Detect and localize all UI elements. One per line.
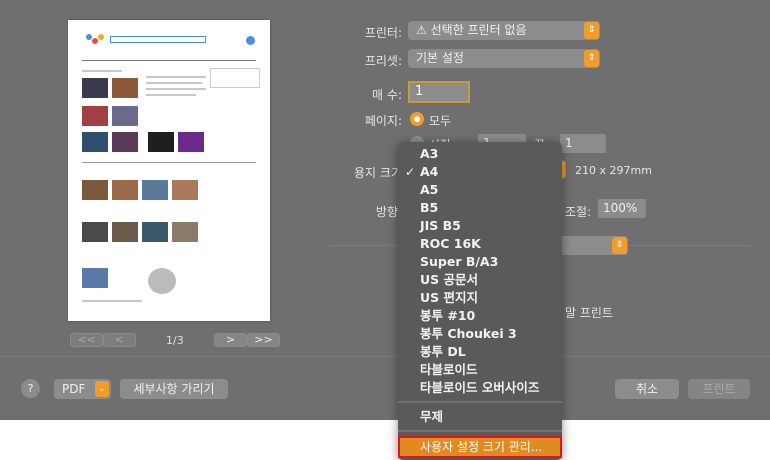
- preview-divider: [82, 162, 256, 163]
- preset-popup[interactable]: 기본 설정 ⇕: [408, 49, 600, 68]
- menu-separator: [398, 430, 562, 432]
- preview-image: [172, 180, 198, 200]
- preview-text-line: [146, 76, 206, 78]
- menu-item-borderless[interactable]: 무제: [398, 408, 562, 426]
- printer-popup[interactable]: ⚠ 선택한 프린터 없음 ⇕: [408, 21, 600, 40]
- menu-item-a5[interactable]: A5: [398, 181, 562, 199]
- menu-item-us-legal[interactable]: US 공문서: [398, 271, 562, 289]
- preview-image: [142, 222, 168, 242]
- cancel-button[interactable]: 취소: [615, 379, 679, 399]
- preview-image: [112, 180, 138, 200]
- pages-label: 페이지:: [364, 114, 402, 128]
- preview-search-box: [110, 36, 206, 43]
- scale-field[interactable]: 100%: [598, 199, 646, 218]
- preview-avatar: [246, 36, 255, 45]
- page-counter: 1/3: [166, 334, 184, 347]
- pages-to-field[interactable]: 1: [560, 134, 606, 153]
- checkmark-icon: ✓: [405, 165, 416, 179]
- menu-item-label: A4: [420, 164, 439, 179]
- print-dialog: << < 1/3 > >> 프린터: ⚠ 선택한 프린터 없음 ⇕ 프리셋: 기…: [0, 0, 770, 420]
- preview-text-line: [82, 300, 142, 302]
- preview-image: [112, 78, 138, 98]
- copies-label: 매 수:: [372, 88, 402, 102]
- last-page-button[interactable]: >>: [247, 333, 280, 347]
- paper-dimensions: 210 x 297mm: [575, 164, 652, 177]
- menu-separator: [398, 401, 562, 403]
- printer-value: 선택한 프린터 없음: [430, 23, 527, 37]
- warning-icon: ⚠: [416, 23, 431, 37]
- pdf-label: PDF: [62, 382, 86, 396]
- menu-item-us-letter[interactable]: US 편지지: [398, 289, 562, 307]
- preview-login-box: [210, 68, 260, 88]
- pages-all-label: 모두: [429, 114, 452, 128]
- popup-chevron-icon: ⇕: [612, 237, 627, 254]
- copies-field[interactable]: 1: [408, 81, 470, 103]
- preview-image: [82, 106, 108, 126]
- preview-image: [112, 222, 138, 242]
- menu-item-b5[interactable]: B5: [398, 199, 562, 217]
- print-preview-page: [68, 20, 270, 321]
- hide-details-button[interactable]: 세부사항 가리기: [120, 379, 228, 399]
- orientation-label: 방향: [375, 205, 398, 219]
- help-button[interactable]: ?: [21, 379, 40, 398]
- logo-dot: [86, 34, 92, 40]
- first-page-button[interactable]: <<: [70, 333, 103, 347]
- paper-size-label: 용지 크기: [354, 166, 402, 180]
- preview-image: [82, 180, 108, 200]
- menu-item-jis-b5[interactable]: JIS B5: [398, 217, 562, 235]
- preview-image: [82, 268, 108, 288]
- preview-image: [148, 268, 176, 294]
- preview-text-line: [146, 82, 202, 84]
- logo-dot: [98, 34, 104, 40]
- preview-text-line: [146, 94, 196, 96]
- preview-text-line: [146, 88, 206, 90]
- pages-all-radio[interactable]: [410, 112, 424, 126]
- partial-print-text: 말 프린트: [565, 306, 613, 320]
- menu-item-a4[interactable]: ✓ A4: [398, 163, 562, 181]
- popup-chevron-icon: ⇕: [584, 50, 599, 67]
- chevron-down-icon: ⌄: [95, 381, 109, 397]
- menu-item-roc-16k[interactable]: ROC 16K: [398, 235, 562, 253]
- preset-label: 프리셋:: [364, 54, 402, 68]
- menu-item-envelope-dl[interactable]: 봉투 DL: [398, 343, 562, 361]
- preview-nav-bar: [82, 60, 256, 61]
- manage-custom-sizes-item[interactable]: 사용자 설정 크기 관리...: [398, 436, 562, 458]
- popup-chevron-icon: ⇕: [584, 22, 599, 39]
- preview-image: [112, 132, 138, 152]
- pdf-menu-button[interactable]: PDF ⌄: [54, 379, 111, 399]
- preview-image: [82, 78, 108, 98]
- print-button[interactable]: 프린트: [688, 379, 750, 399]
- preview-image: [172, 222, 198, 242]
- paper-size-menu: A3 ✓ A4 A5 B5 JIS B5 ROC 16K Super B/A3 U…: [398, 142, 562, 460]
- scale-label: 조절:: [565, 205, 592, 219]
- preview-image: [112, 106, 138, 126]
- preview-image: [82, 222, 108, 242]
- preview-image: [148, 132, 174, 152]
- preset-value: 기본 설정: [416, 51, 464, 65]
- menu-item-super-b-a3[interactable]: Super B/A3: [398, 253, 562, 271]
- preview-image: [82, 132, 108, 152]
- menu-item-envelope-choukei-3[interactable]: 봉투 Choukei 3: [398, 325, 562, 343]
- preview-text-line: [82, 70, 122, 72]
- preview-image: [178, 132, 204, 152]
- previous-page-button[interactable]: <: [103, 333, 136, 347]
- menu-item-envelope-10[interactable]: 봉투 #10: [398, 307, 562, 325]
- menu-item-tabloid-oversize[interactable]: 타블로이드 오버사이즈: [398, 379, 562, 397]
- menu-item-a3[interactable]: A3: [398, 145, 562, 163]
- menu-item-tabloid[interactable]: 타블로이드: [398, 361, 562, 379]
- printer-label: 프린터:: [364, 26, 402, 40]
- logo-dot: [92, 38, 98, 44]
- bottom-separator: [0, 356, 770, 357]
- preview-image: [142, 180, 168, 200]
- next-page-button[interactable]: >: [214, 333, 247, 347]
